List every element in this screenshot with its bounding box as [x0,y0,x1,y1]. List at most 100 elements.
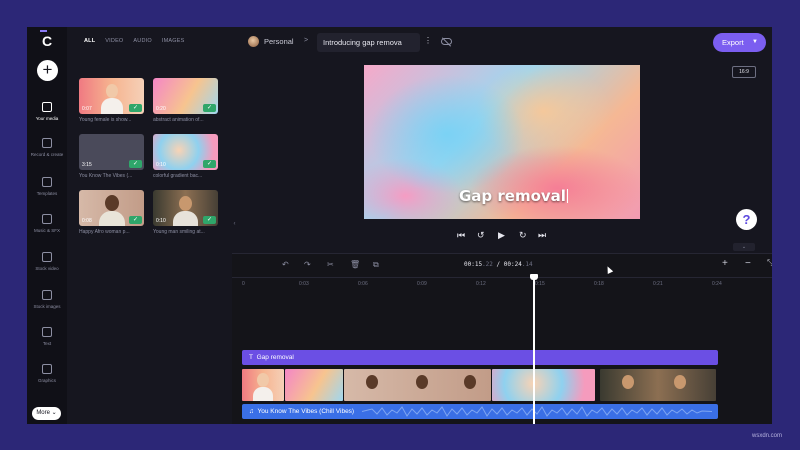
check-icon: ✓ [129,104,142,112]
thumb-body [99,211,125,226]
nav-label: Stock images [33,304,61,309]
ruler-tick: 0:24 [712,281,722,287]
media-panel: ALL VIDEO AUDIO IMAGES 0:07 ✓ Young fema… [67,27,232,253]
thumb-face [179,196,192,211]
aspect-ratio-button[interactable]: 16:9 [732,66,756,78]
thumb-face [257,373,269,387]
preview-caption-text[interactable]: Gap removal [459,187,568,205]
check-icon: ✓ [129,216,142,224]
folder-icon [42,102,52,112]
current-time: 00:15 [464,261,483,268]
tab-video[interactable]: VIDEO [105,38,123,44]
nav-templates[interactable]: Templates [27,177,67,196]
undo-icon[interactable]: ↶ [282,260,289,269]
play-icon[interactable]: ▶ [498,230,505,240]
thumb-face [366,375,378,389]
image-icon [42,290,52,300]
tab-all[interactable]: ALL [84,38,95,44]
more-options-icon[interactable]: ⋮ [424,36,432,45]
cloud-off-icon[interactable] [441,38,452,45]
nav-text[interactable]: Text [27,327,67,346]
thumb-face [416,375,428,389]
zoom-out-icon[interactable]: − [745,258,751,269]
duplicate-icon[interactable]: ⧉ [373,260,379,270]
nav-record-create[interactable]: Record & create [27,138,67,157]
media-thumb-abstract[interactable]: 0:20 ✓ [153,78,218,114]
thumb-body [253,387,273,401]
help-button[interactable]: ? [736,209,757,230]
thumb-face [106,84,118,98]
nav-label: Your media [35,116,59,121]
check-icon: ✓ [203,216,216,224]
nav-graphics[interactable]: Graphics [27,364,67,383]
text-t-icon [42,327,52,337]
media-caption: colorful gradient bac... [153,173,203,179]
redo-icon[interactable]: ↷ [304,260,311,269]
media-thumb-young-man[interactable]: 0:10 ✓ [153,190,218,226]
clipchamp-logo: C [38,30,56,50]
nav-your-media[interactable]: Your media [27,102,67,121]
forward-5s-icon[interactable]: ↻ [519,230,527,240]
chevron-down-icon: ▼ [752,39,758,45]
video-preview[interactable]: Gap removal [364,65,640,219]
thumb-face [105,195,119,211]
media-thumb-audio[interactable]: 3:15 ✓ [79,134,144,170]
media-thumb-young-female[interactable]: 0:07 ✓ [79,78,144,114]
audio-track-label: You Know The Vibes (Chill Vibes) [257,408,355,415]
left-nav-rail: C + Your media Record & create Templates… [27,27,67,424]
tab-images[interactable]: IMAGES [162,38,185,44]
video-clip-young-man[interactable] [600,369,716,401]
avatar[interactable] [248,36,259,47]
nav-label: Graphics [37,378,56,383]
total-frames: .14 [521,261,533,268]
ruler-tick: 0 [242,281,245,287]
nav-label: Stock video [35,266,59,271]
video-clip-abstract[interactable] [285,369,343,401]
fit-timeline-icon[interactable]: ⤡ [767,258,772,268]
ruler-tick: 0:21 [653,281,663,287]
more-label: More [36,410,50,416]
media-thumb-afro-woman[interactable]: 0:08 ✓ [79,190,144,226]
export-label: Export [722,38,744,47]
text-t-icon: T [249,354,253,361]
project-title-input[interactable]: Introducing gap remova [317,33,420,52]
thumb-face [674,375,686,389]
time-ruler[interactable]: 0 0:03 0:06 0:09 0:12 0:15 0:18 0:21 0:2… [232,277,772,293]
playhead[interactable] [530,274,538,424]
panel-collapse-handle[interactable]: ‹ [232,217,237,231]
media-thumb-gradient[interactable]: 0:10 ✓ [153,134,218,170]
nav-stock-video[interactable]: Stock video [27,252,67,271]
breadcrumb-workspace[interactable]: Personal [264,37,294,46]
zoom-in-icon[interactable]: + [722,258,728,269]
video-clip-young-female[interactable] [242,369,284,401]
current-frames: .22 [482,261,493,268]
video-clip-afro-woman[interactable] [344,369,491,401]
time-separator: / [492,261,504,268]
media-caption: You Know The Vibes (... [79,173,133,179]
app-window: C + Your media Record & create Templates… [27,27,772,424]
trash-icon[interactable]: 🗑 [350,260,360,269]
media-caption: abstract animation of... [153,117,204,123]
nav-stock-images[interactable]: Stock images [27,290,67,309]
more-button[interactable]: More ⌄ [32,407,61,420]
audio-track-clip[interactable]: ♫ You Know The Vibes (Chill Vibes) [242,404,718,419]
text-track-clip[interactable]: T Gap removal [242,350,718,365]
grid-icon [42,177,52,187]
scissors-icon[interactable]: ✂ [327,260,334,269]
rewind-5s-icon[interactable]: ↺ [477,230,485,240]
nav-music-sfx[interactable]: Music & SFX [27,214,67,233]
film-icon [42,252,52,262]
create-button[interactable]: + [37,60,58,81]
nav-label: Record & create [30,152,64,157]
timeline: ↶ ↷ ✂ 🗑 ⧉ 00:15.22 / 0 0:24 .14 + − ⤡ 0 0:… [232,253,772,424]
video-clip-gradient[interactable] [492,369,595,401]
skip-forward-icon[interactable]: ⏭ [538,230,546,240]
audio-track-name: ♫ You Know The Vibes (Chill Vibes) [249,404,354,419]
clip-duration: 0:10 [156,162,166,168]
ruler-tick: 0:06 [358,281,368,287]
collapse-preview-button[interactable]: ⌄ [733,243,755,251]
export-button[interactable]: Export ▼ [713,33,766,52]
skip-back-icon[interactable]: ⏮ [457,230,465,240]
music-note-icon [42,214,52,224]
tab-audio[interactable]: AUDIO [133,38,151,44]
